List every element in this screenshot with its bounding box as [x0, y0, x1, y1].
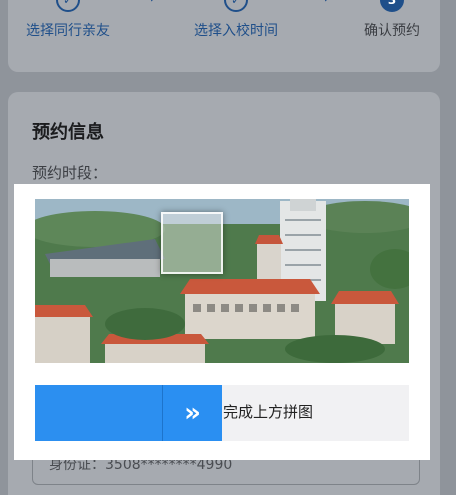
time-slot-label: 预约时段： — [32, 164, 108, 182]
steps-card: ✓ 选择同行亲友 › ✓ 选择入校时间 › 3 确认预约 — [8, 0, 440, 72]
step-select-companions[interactable]: ✓ 选择同行亲友 — [26, 0, 110, 50]
slider-progress — [35, 385, 163, 441]
slider-track[interactable]: » 完成上方拼图 — [35, 385, 409, 441]
step-number: 3 — [380, 0, 404, 12]
slider-instruction: 完成上方拼图 — [223, 403, 314, 421]
puzzle-piece — [161, 212, 223, 274]
double-chevron-right-icon: » — [184, 398, 201, 428]
captcha-modal: » 完成上方拼图 — [14, 184, 430, 460]
step-label: 选择入校时间 — [194, 23, 278, 39]
section-title: 预约信息 — [32, 122, 104, 143]
step-label: 选择同行亲友 — [26, 23, 110, 39]
check-icon: ✓ — [224, 0, 248, 12]
chevron-right-icon: › — [323, 0, 332, 9]
step-select-time[interactable]: ✓ 选择入校时间 — [194, 0, 278, 50]
step-confirm: 3 确认预约 — [364, 0, 420, 50]
check-icon: ✓ — [56, 0, 80, 12]
chevron-right-icon: › — [149, 0, 158, 9]
step-label: 确认预约 — [364, 23, 420, 39]
slider-handle[interactable]: » — [162, 385, 222, 441]
puzzle-image — [35, 199, 409, 363]
